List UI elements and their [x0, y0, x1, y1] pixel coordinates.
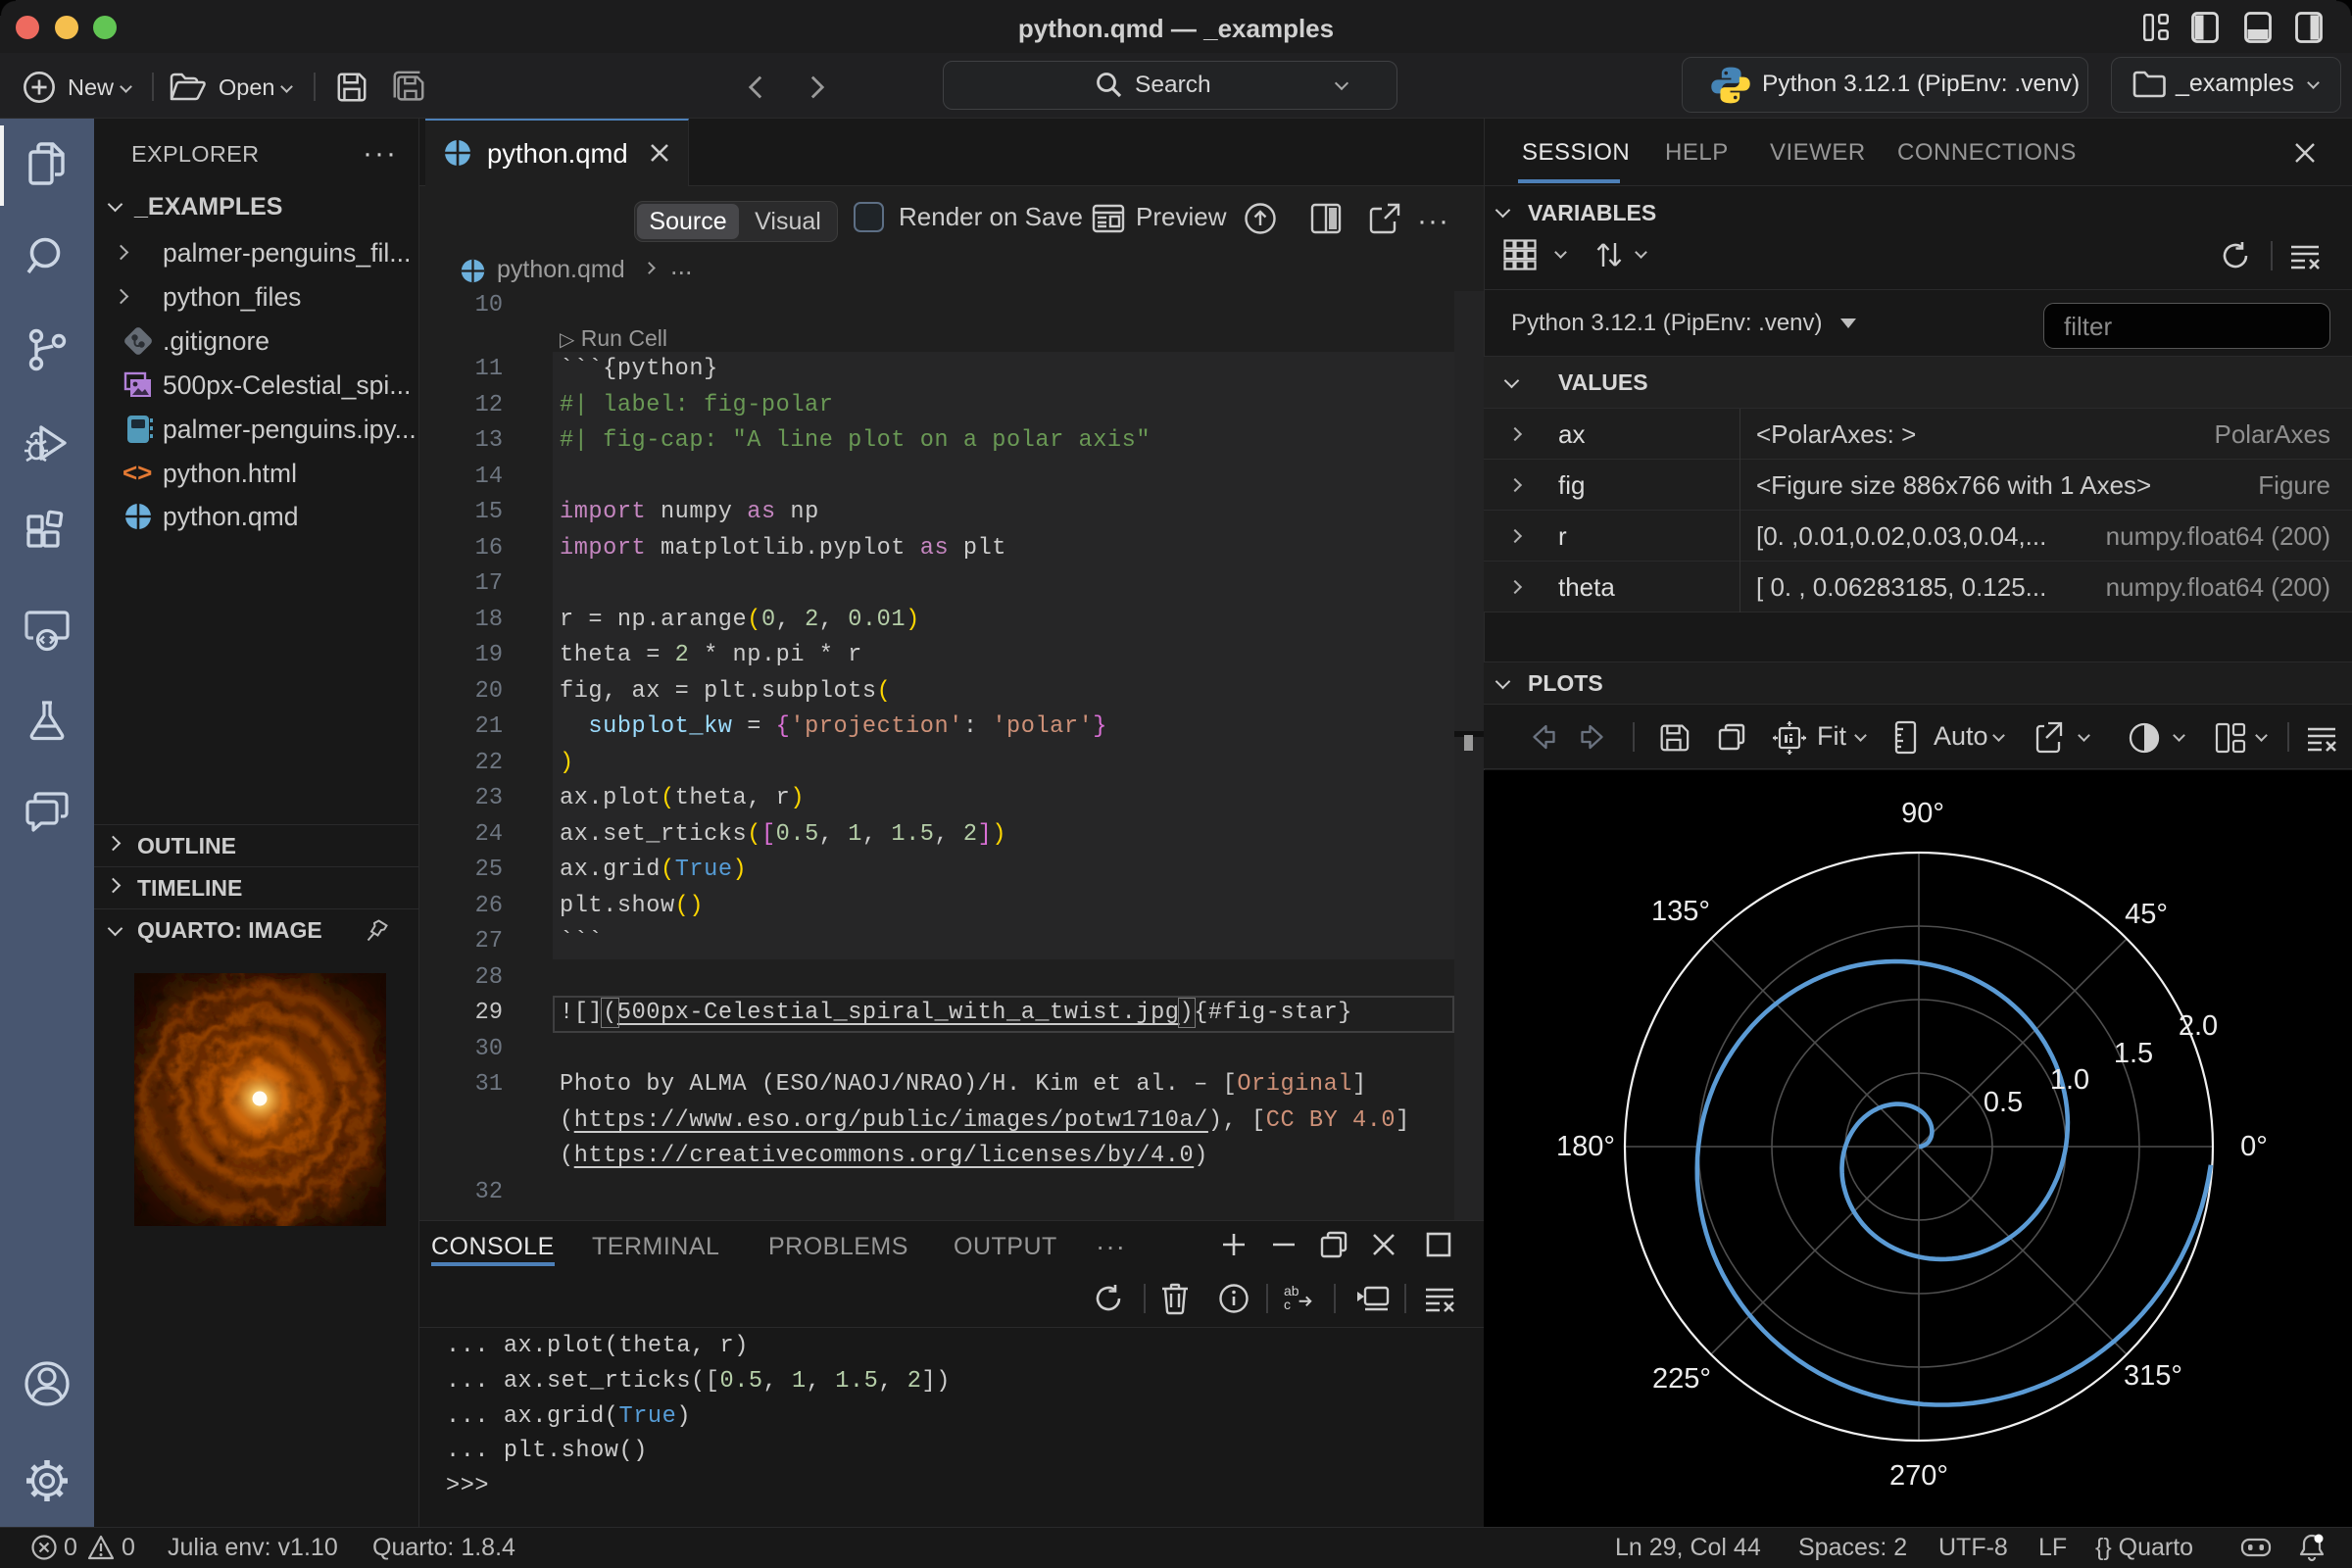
svg-text:90°: 90°: [1901, 798, 1944, 829]
svg-text:135°: 135°: [1651, 896, 1710, 927]
svg-text:2.0: 2.0: [2179, 1010, 2218, 1042]
svg-text:0.5: 0.5: [1984, 1087, 2023, 1118]
svg-text:1.5: 1.5: [2114, 1038, 2153, 1069]
svg-text:c: c: [1284, 1297, 1291, 1312]
svg-text:315°: 315°: [2124, 1360, 2182, 1392]
svg-text:225°: 225°: [1652, 1363, 1711, 1395]
svg-text:180°: 180°: [1556, 1131, 1615, 1162]
svg-text:45°: 45°: [2125, 899, 2168, 930]
svg-text:0°: 0°: [2240, 1131, 2268, 1162]
svg-text:270°: 270°: [1889, 1460, 1948, 1492]
svg-text:1.0: 1.0: [2050, 1064, 2089, 1096]
